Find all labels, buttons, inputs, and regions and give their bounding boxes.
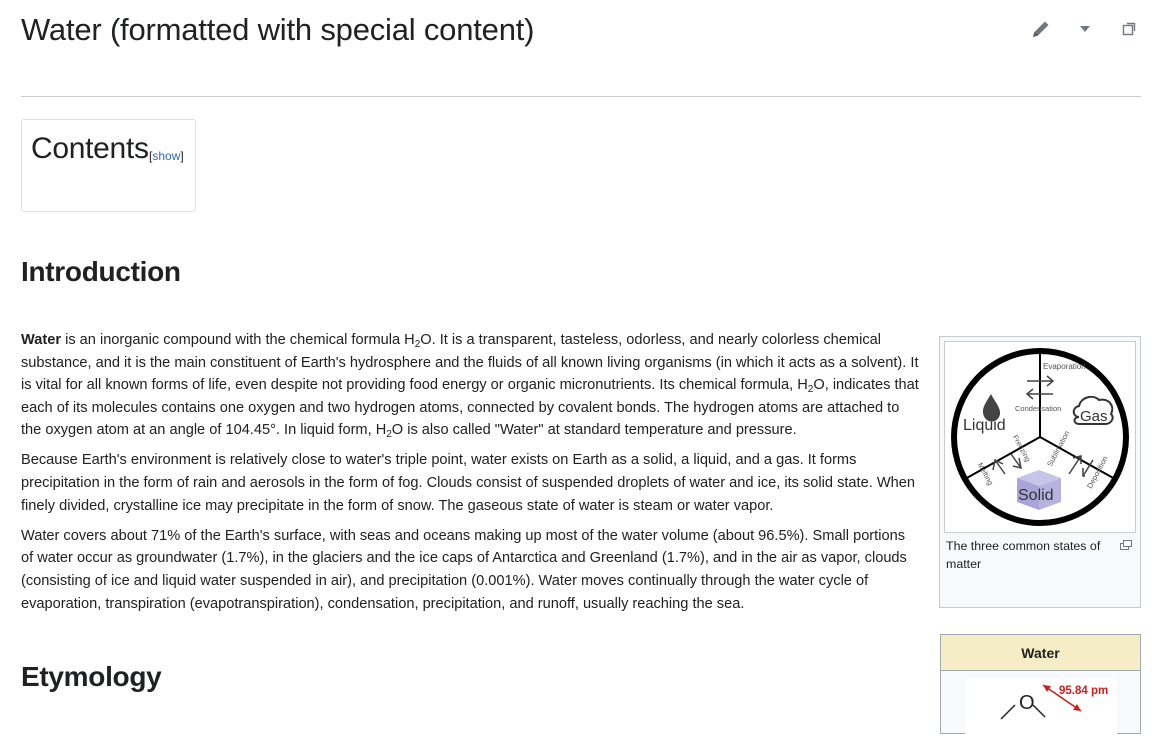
title-divider <box>21 96 1141 97</box>
introduction-body: Water is an inorganic compound with the … <box>21 329 919 623</box>
gas-label: Gas <box>1080 408 1108 425</box>
condensation-label: Condensation <box>1015 404 1061 413</box>
page-tools <box>1029 18 1141 40</box>
bond-length-label: 95.84 pm <box>1059 685 1109 697</box>
liquid-label: Liquid <box>963 417 1006 434</box>
water-infobox: Water O 95.84 pm <box>940 634 1141 739</box>
states-of-matter-image[interactable]: Evaporation Condensation Liquid Gas Free… <box>944 341 1136 533</box>
expand-icon[interactable] <box>1117 18 1141 40</box>
intro-paragraph-2: Because Earth's environment is relativel… <box>21 452 915 514</box>
intro-paragraph-3: Water covers about 71% of the Earth's su… <box>21 527 907 612</box>
toc-show-link[interactable]: show <box>152 149 180 163</box>
section-heading-introduction: Introduction <box>21 256 181 287</box>
toc-toggle: [show] <box>149 149 184 163</box>
states-of-matter-figure: Evaporation Condensation Liquid Gas Free… <box>939 336 1141 608</box>
section-heading-etymology: Etymology <box>21 661 162 692</box>
table-of-contents: Contents [show] <box>21 119 196 212</box>
enlarge-icon[interactable] <box>1120 538 1132 556</box>
toc-title: Contents <box>31 132 149 165</box>
figure-caption: The three common states of matter <box>946 539 1101 571</box>
intro-paragraph-1: Water is an inorganic compound with the … <box>21 332 919 441</box>
dropdown-caret-icon[interactable] <box>1073 18 1097 40</box>
evaporation-label: Evaporation <box>1043 362 1086 371</box>
oxygen-atom-label: O <box>1019 692 1035 714</box>
page-title: Water (formatted with special content) <box>21 12 535 47</box>
pencil-icon[interactable] <box>1029 18 1053 40</box>
infobox-title: Water <box>941 635 1140 671</box>
solid-label: Solid <box>1018 487 1054 504</box>
